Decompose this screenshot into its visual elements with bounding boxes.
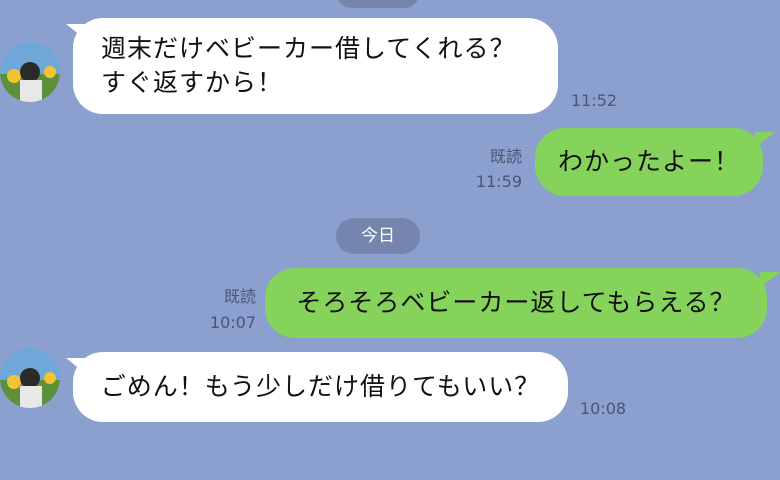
bubble-tail	[760, 272, 780, 288]
bubble-tail	[66, 24, 86, 40]
read-receipt: 既読	[489, 147, 522, 166]
message-text: そろそろベビーカー返してもらえる？	[296, 288, 736, 317]
message-bubble-outgoing-2[interactable]: そろそろベビーカー返してもらえる？	[265, 268, 767, 338]
contact-avatar[interactable]	[0, 42, 60, 102]
message-text: ごめん！もう少しだけ借りてもいい？	[100, 372, 541, 401]
message-bubble-incoming-1[interactable]: 週末だけベビーカー借してくれる？ すぐ返すから！	[73, 18, 558, 114]
chat-view: 週末だけベビーカー借してくれる？ すぐ返すから！ 11:52 既読 11:59 …	[0, 0, 780, 480]
message-bubble-outgoing-1[interactable]: わかったよー！	[535, 128, 763, 196]
message-bubble-incoming-2[interactable]: ごめん！もう少しだけ借りてもいい？	[73, 352, 568, 422]
bubble-tail	[755, 132, 775, 148]
date-separator-previous	[336, 0, 420, 8]
message-line-1: 週末だけベビーカー借してくれる？	[101, 34, 516, 63]
message-text: わかったよー！	[557, 147, 740, 176]
contact-avatar[interactable]	[0, 348, 60, 408]
message-time: 11:52	[571, 91, 618, 110]
message-time: 11:59	[475, 172, 522, 191]
bubble-tail	[66, 358, 86, 374]
read-receipt: 既読	[223, 287, 256, 306]
message-line-2: すぐ返すから！	[101, 68, 284, 97]
message-time: 10:07	[209, 313, 256, 332]
avatar-photo-icon	[0, 348, 60, 408]
message-time: 10:08	[580, 399, 627, 418]
avatar-photo-icon	[0, 42, 60, 102]
date-separator: 今日	[336, 218, 420, 254]
